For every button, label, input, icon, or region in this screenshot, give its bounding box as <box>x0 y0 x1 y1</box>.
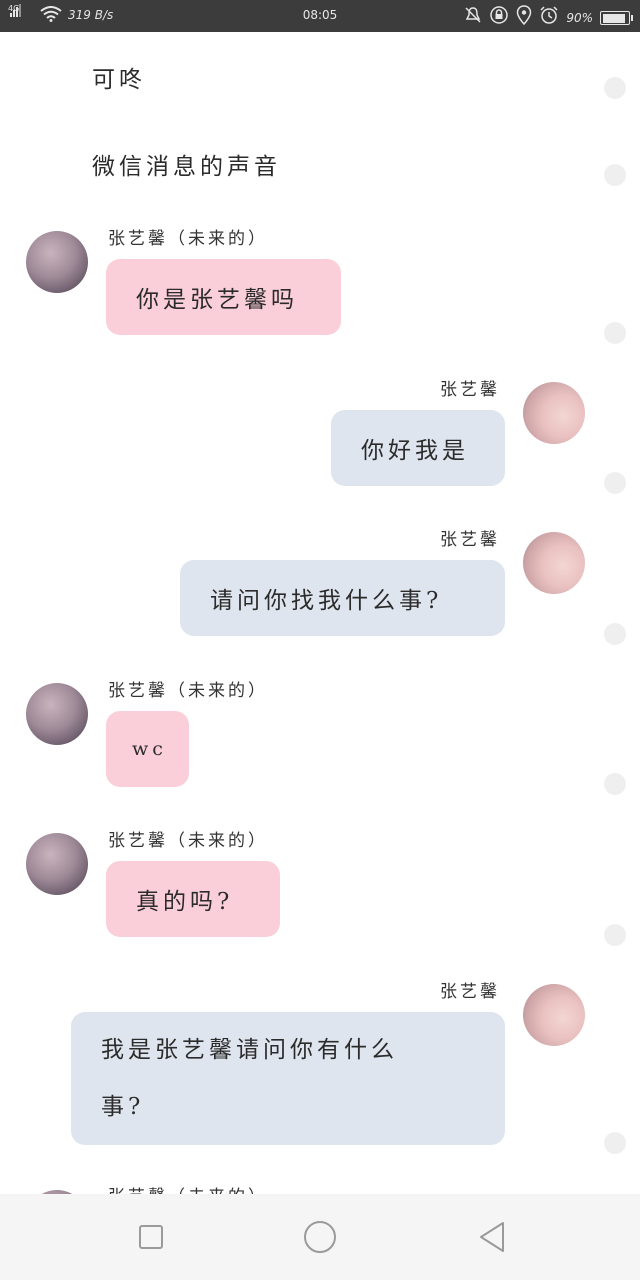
message-bubble[interactable]: 你是张艺馨吗 <box>106 259 341 335</box>
message-status-dot <box>604 924 626 946</box>
avatar[interactable] <box>26 833 88 895</box>
message-bubble[interactable]: 真的吗? <box>106 861 280 937</box>
recent-apps-icon <box>139 1225 163 1249</box>
battery-icon <box>600 11 633 25</box>
avatar[interactable] <box>523 984 585 1046</box>
message-bubble[interactable]: 你好我是 <box>331 410 505 486</box>
message-status-dot <box>604 623 626 645</box>
avatar[interactable] <box>26 231 88 293</box>
plain-message: 微信消息的声音 <box>92 154 281 180</box>
home-button[interactable] <box>270 1194 370 1280</box>
avatar[interactable] <box>26 683 88 745</box>
battery-percent: 90% <box>566 11 593 25</box>
message-bubble[interactable]: 我是张艺馨请问你有什么 事? <box>71 1012 505 1145</box>
avatar[interactable] <box>523 532 585 594</box>
sender-name: 张艺馨 <box>440 530 500 550</box>
lock-rotation-icon <box>489 5 509 31</box>
sender-name: 张艺馨（未来的） <box>108 229 268 249</box>
plain-message: 可咚 <box>92 67 146 93</box>
message-text-line: 事? <box>101 1093 145 1120</box>
chat-area[interactable]: 可咚 微信消息的声音 张艺馨（未来的） 你是张艺馨吗 张艺馨 你好我是 张艺馨 … <box>0 32 640 1194</box>
status-bar: 4G 319 B/s 08:05 90% <box>0 0 640 32</box>
back-icon <box>480 1222 504 1252</box>
recent-apps-button[interactable] <box>101 1194 201 1280</box>
sender-name: 张艺馨（未来的） <box>108 1182 268 1194</box>
sender-name: 张艺馨 <box>440 982 500 1002</box>
alarm-icon <box>539 5 559 31</box>
navigation-bar <box>0 1194 640 1280</box>
message-bubble[interactable]: 请问你找我什么事? <box>180 560 505 636</box>
message-text-line: 我是张艺馨请问你有什么 <box>101 1036 398 1063</box>
sender-name: 张艺馨（未来的） <box>108 681 268 701</box>
message-status-dot <box>604 472 626 494</box>
message-status-dot <box>604 77 626 99</box>
avatar[interactable] <box>523 382 585 444</box>
message-status-dot <box>604 164 626 186</box>
home-icon <box>304 1221 336 1253</box>
location-icon <box>516 5 532 31</box>
back-button[interactable] <box>442 1194 542 1280</box>
sender-name: 张艺馨（未来的） <box>108 831 268 851</box>
message-status-dot <box>604 773 626 795</box>
message-status-dot <box>604 322 626 344</box>
message-bubble[interactable]: wc <box>106 711 189 787</box>
mute-icon <box>464 6 482 30</box>
message-status-dot <box>604 1132 626 1154</box>
sender-name: 张艺馨 <box>440 380 500 400</box>
